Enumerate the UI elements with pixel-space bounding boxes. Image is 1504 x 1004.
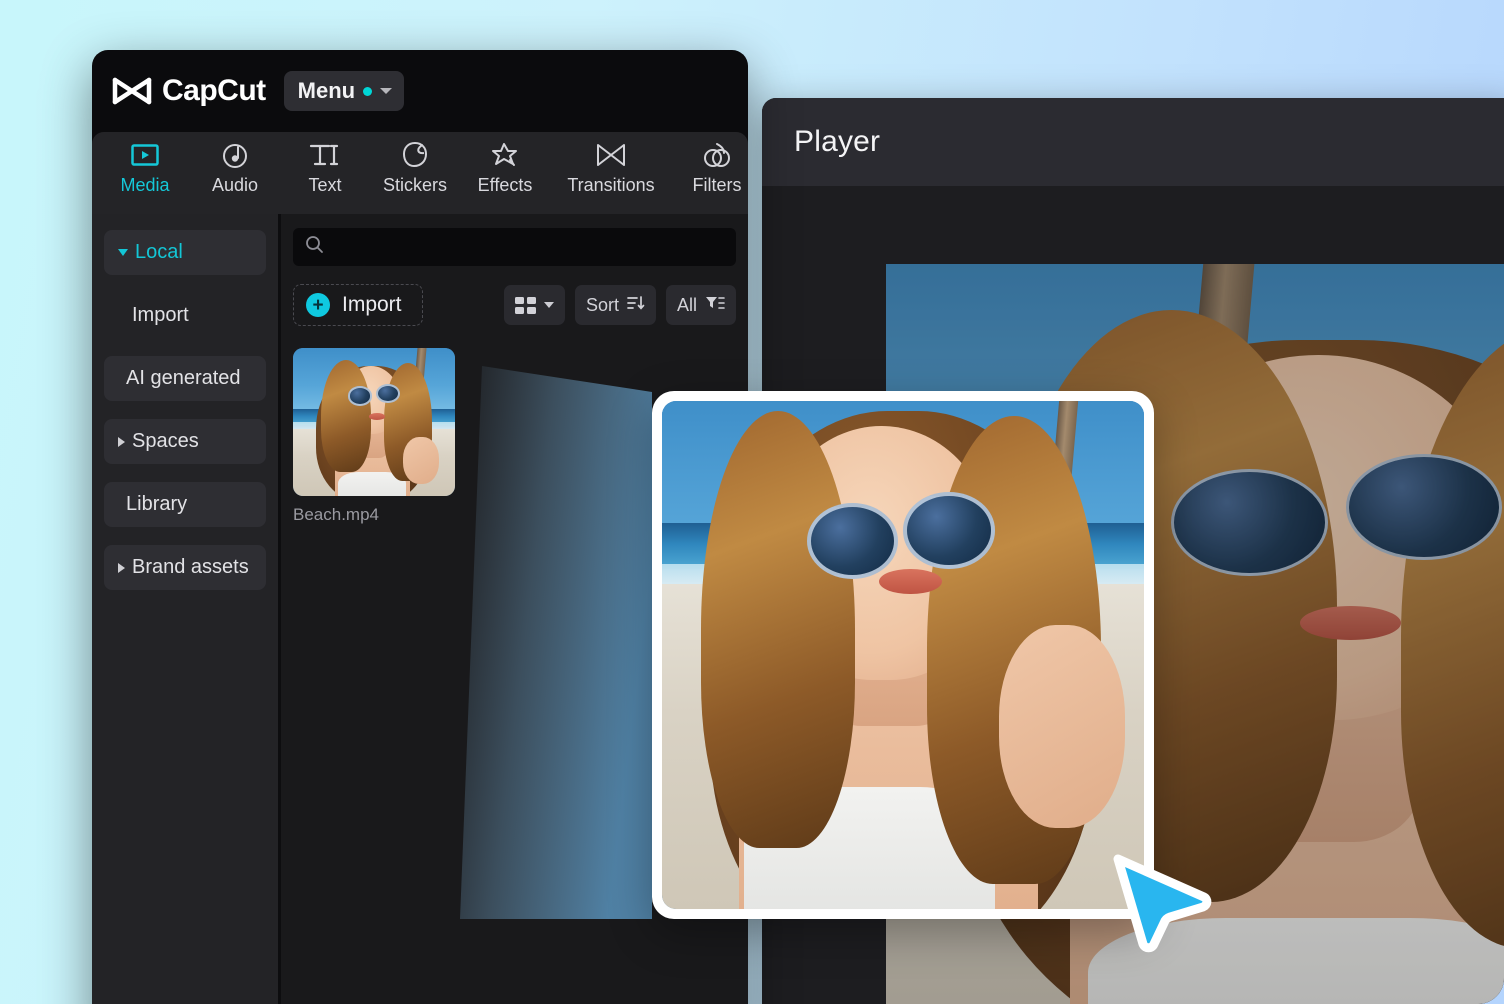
- tab-transitions-label: Transitions: [567, 175, 654, 196]
- capcut-logo-icon: [112, 76, 152, 106]
- tab-media[interactable]: Media: [100, 132, 190, 196]
- sidebar-item-spaces[interactable]: Spaces: [104, 419, 266, 464]
- media-thumbnail[interactable]: [293, 348, 455, 496]
- screenshot-stage: Player: [0, 0, 1504, 1004]
- tab-stickers[interactable]: Stickers: [370, 132, 460, 196]
- menu-notification-dot: [363, 87, 372, 96]
- sidebar-item-local[interactable]: Local: [104, 230, 266, 275]
- zoom-preview-card[interactable]: [652, 391, 1154, 919]
- sidebar-item-label: Local: [135, 241, 183, 264]
- sidebar-item-brand-assets[interactable]: Brand assets: [104, 545, 266, 590]
- tab-text-label: Text: [308, 175, 341, 196]
- beach-zoom-frame: [662, 401, 1144, 909]
- tab-audio[interactable]: Audio: [190, 132, 280, 196]
- import-button[interactable]: + Import: [293, 284, 423, 326]
- player-header: Player: [762, 98, 1504, 186]
- sticker-icon: [402, 140, 428, 170]
- effects-star-icon: [491, 140, 519, 170]
- menu-button-label: Menu: [298, 78, 355, 104]
- filter-button[interactable]: All: [666, 285, 736, 325]
- sidebar-item-label: Import: [132, 304, 189, 327]
- sort-button-label: Sort: [586, 295, 619, 316]
- sidebar-item-ai-generated[interactable]: AI generated: [104, 356, 266, 401]
- plus-icon: +: [306, 293, 330, 317]
- zoom-preview-image: [662, 401, 1144, 909]
- tab-transitions[interactable]: Transitions: [550, 132, 672, 196]
- search-input[interactable]: [334, 237, 724, 257]
- tab-stickers-label: Stickers: [383, 175, 447, 196]
- transitions-icon: [595, 140, 627, 170]
- capcut-logo: CapCut: [112, 74, 266, 108]
- menu-button[interactable]: Menu: [284, 71, 404, 111]
- tab-audio-label: Audio: [212, 175, 258, 196]
- media-toolbar: + Import Sort: [293, 284, 736, 326]
- grid-view-icon: [515, 297, 536, 314]
- capcut-body: Media Audio: [92, 132, 748, 1004]
- capcut-brand-text: CapCut: [162, 74, 266, 108]
- audio-note-icon: [221, 140, 249, 170]
- tab-text[interactable]: Text: [280, 132, 370, 196]
- sidebar-item-label: Spaces: [132, 430, 199, 453]
- chevron-down-icon: [380, 88, 392, 94]
- sort-button[interactable]: Sort: [575, 285, 656, 325]
- capcut-main-window: CapCut Menu Media: [92, 50, 748, 1004]
- sidebar-item-import[interactable]: Import: [104, 293, 266, 338]
- tab-filters[interactable]: Filters: [672, 132, 748, 196]
- import-button-label: Import: [342, 293, 402, 317]
- tab-media-label: Media: [120, 175, 169, 196]
- media-sidebar: Local Import AI generated Spaces Library: [92, 214, 278, 1004]
- sidebar-item-label: Library: [126, 493, 187, 516]
- sidebar-item-label: AI generated: [126, 367, 241, 390]
- tab-filters-label: Filters: [693, 175, 742, 196]
- tool-tabs: Media Audio: [92, 132, 748, 214]
- sidebar-item-label: Brand assets: [132, 556, 249, 579]
- chevron-down-icon: [544, 302, 554, 308]
- chevron-down-icon: [118, 249, 128, 256]
- filter-button-label: All: [677, 295, 697, 316]
- tab-effects-label: Effects: [478, 175, 533, 196]
- media-panel: Local Import AI generated Spaces Library: [92, 214, 748, 1004]
- media-play-icon: [131, 140, 159, 170]
- sort-icon: [627, 295, 645, 316]
- chevron-right-icon: [118, 437, 125, 447]
- beach-thumbnail: [293, 348, 455, 496]
- media-item-beach[interactable]: Beach.mp4: [293, 348, 455, 525]
- chevron-right-icon: [118, 563, 125, 573]
- filter-icon: [705, 295, 725, 316]
- search-icon: [305, 235, 324, 259]
- capcut-titlebar: CapCut Menu: [92, 50, 748, 132]
- player-title: Player: [794, 125, 880, 159]
- media-item-name: Beach.mp4: [293, 505, 455, 525]
- sidebar-item-library[interactable]: Library: [104, 482, 266, 527]
- filters-icon: [702, 140, 732, 170]
- view-mode-button[interactable]: [504, 285, 565, 325]
- search-bar[interactable]: [293, 228, 736, 266]
- tab-effects[interactable]: Effects: [460, 132, 550, 196]
- text-ti-icon: [308, 140, 342, 170]
